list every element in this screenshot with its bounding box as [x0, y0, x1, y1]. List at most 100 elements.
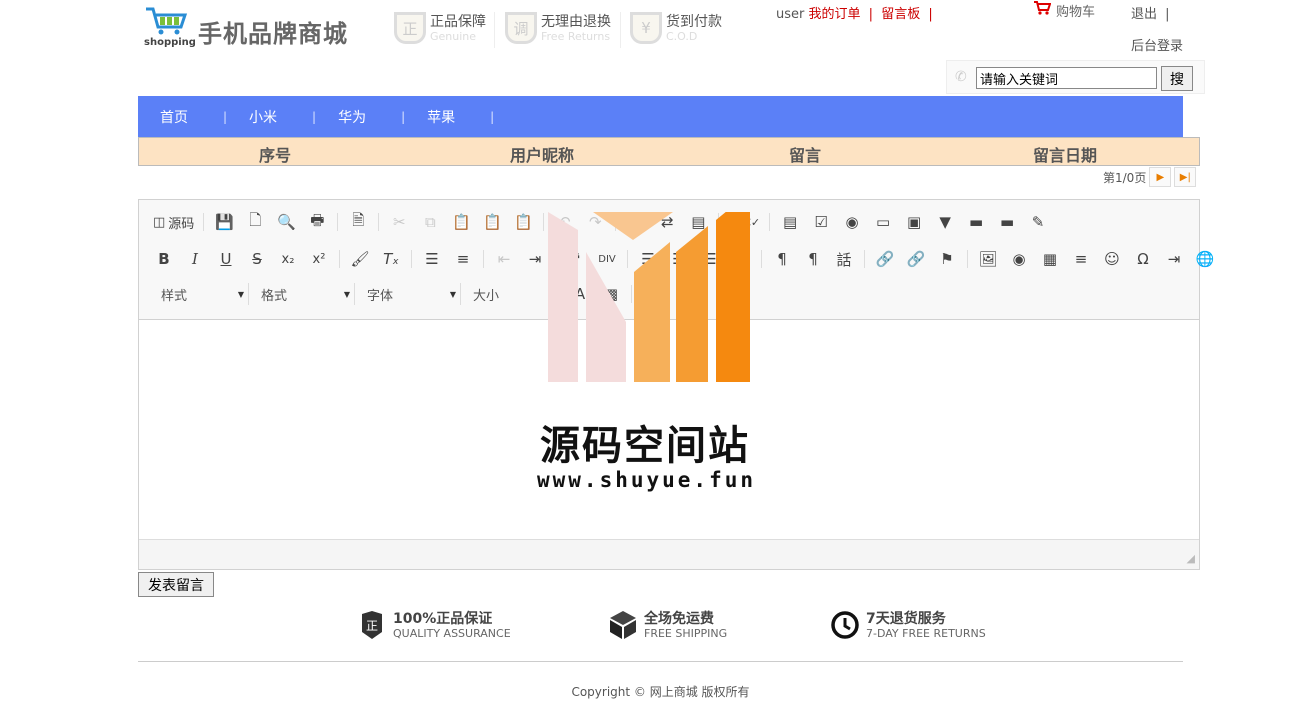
my-orders-link[interactable]: 我的订单 [809, 7, 861, 22]
italic-icon[interactable]: I [184, 248, 206, 270]
watermark-title: 源码空间站 [540, 423, 750, 469]
source-button[interactable]: ◫ 源码 [153, 211, 194, 233]
strikethrough-icon[interactable]: S [246, 248, 268, 270]
top-nav: user 我的订单 | 留言板 | [776, 3, 937, 22]
smiley-icon[interactable]: ☺ [1101, 248, 1123, 270]
image-icon[interactable]: 🖼 [977, 248, 999, 270]
nav-separator: | [223, 109, 228, 124]
numbered-list-icon[interactable]: ☰ [421, 248, 443, 270]
image-button-icon[interactable]: ▬ [996, 211, 1018, 233]
superscript-icon[interactable]: x² [308, 248, 330, 270]
nav-item-home[interactable]: 首页 [160, 107, 188, 127]
promo-subtitle: Genuine [430, 30, 477, 43]
watermark-url: www.shuyue.fun [537, 468, 757, 492]
new-page-icon[interactable]: 🗋 [244, 211, 266, 233]
genuine-badge-icon: 正 [394, 12, 426, 44]
cart-icon [1033, 0, 1052, 20]
nav-item-huawei[interactable]: 华为 [338, 107, 366, 127]
paste-word-icon[interactable]: 📋 [512, 211, 534, 233]
paste-icon[interactable]: 📋 [450, 211, 472, 233]
promo-title: 货到付款 [666, 14, 722, 30]
promo-returns: 调 无理由退换 Free Returns [505, 12, 611, 48]
promo-cod: ¥ 货到付款 C.O.D [630, 12, 722, 48]
svg-text:正: 正 [366, 619, 378, 633]
nav-item-apple[interactable]: 苹果 [427, 107, 455, 127]
site-logo[interactable]: shopping [143, 5, 196, 49]
remove-format-icon[interactable]: Tₓ [380, 248, 402, 270]
font-dropdown[interactable]: 字体 ▼ [361, 283, 461, 305]
nav-item-xiaomi[interactable]: 小米 [249, 107, 277, 127]
divider: | [868, 7, 874, 22]
bold-icon[interactable]: B [153, 248, 175, 270]
outdent-icon[interactable]: ⇤ [493, 248, 515, 270]
hidden-field-icon[interactable]: ✎ [1027, 211, 1049, 233]
admin-login-link[interactable]: 后台登录 [1131, 35, 1183, 54]
promo-title: 无理由退换 [541, 14, 611, 30]
shield-icon: 正 [357, 610, 387, 640]
returns-badge-icon: 调 [505, 12, 537, 44]
link-icon[interactable]: 🔗 [874, 248, 896, 270]
anchor-icon[interactable]: ⚑ [936, 248, 958, 270]
iframe-icon[interactable]: 🌐 [1194, 248, 1216, 270]
editor-statusbar: ◢ [139, 539, 1199, 569]
checkbox-icon[interactable]: ☑ [810, 211, 832, 233]
paste-text-icon[interactable]: 📋 [481, 211, 503, 233]
cut-icon[interactable]: ✂ [388, 211, 410, 233]
cart-label: 购物车 [1056, 4, 1096, 20]
phone-icon: ✆ [955, 69, 967, 85]
page-indicator: 第1/0页 [1103, 170, 1147, 185]
username: user [776, 7, 805, 22]
feature-subtitle: FREE SHIPPING [644, 626, 728, 640]
feature-title: 全场免运费 [644, 610, 714, 627]
format-dropdown[interactable]: 格式 ▼ [255, 283, 355, 305]
flash-icon[interactable]: ◉ [1008, 248, 1030, 270]
unlink-icon[interactable]: 🔗 [905, 248, 927, 270]
watermark-logo [548, 192, 752, 382]
guestbook-link[interactable]: 留言板 [881, 7, 920, 22]
resize-handle-icon[interactable]: ◢ [1187, 552, 1195, 565]
preview-icon[interactable]: 🔍 [275, 211, 297, 233]
table-icon[interactable]: ▦ [1039, 248, 1061, 270]
button-field-icon[interactable]: ▬ [965, 211, 987, 233]
feature-quality: 正 100%正品保证 QUALITY ASSURANCE [357, 610, 511, 640]
page-break-icon[interactable]: ⇥ [1163, 248, 1185, 270]
search-input[interactable] [976, 67, 1157, 89]
print-icon[interactable]: 🖶 [306, 211, 328, 233]
bulleted-list-icon[interactable]: ≡ [452, 248, 474, 270]
special-char-icon[interactable]: Ω [1132, 248, 1154, 270]
message-table-header: 序号 用户昵称 留言 留言日期 [138, 137, 1200, 166]
feature-subtitle: 7-DAY FREE RETURNS [866, 626, 986, 640]
col-message: 留言 [789, 146, 822, 165]
templates-icon[interactable]: 🗎 [347, 211, 369, 233]
promo-divider [620, 12, 621, 48]
site-title: 手机品牌商城 [198, 20, 348, 48]
feature-subtitle: QUALITY ASSURANCE [393, 626, 511, 640]
indent-icon[interactable]: ⇥ [524, 248, 546, 270]
cod-badge-icon: ¥ [630, 12, 662, 44]
textfield-icon[interactable]: ▭ [872, 211, 894, 233]
logout-link[interactable]: 退出 | [1131, 3, 1170, 22]
search-button[interactable]: 搜 [1161, 66, 1193, 91]
feature-title: 7天退货服务 [866, 610, 946, 627]
rtl-icon[interactable]: ¶ [802, 248, 824, 270]
radio-icon[interactable]: ◉ [841, 211, 863, 233]
styles-dropdown[interactable]: 样式 ▼ [155, 283, 249, 305]
textarea-icon[interactable]: ▣ [903, 211, 925, 233]
form-icon[interactable]: ▤ [779, 211, 801, 233]
nav-separator: | [401, 109, 406, 124]
last-page-button[interactable]: ▶| [1174, 167, 1197, 187]
divider: | [928, 7, 933, 22]
copy-icon[interactable]: ⧉ [419, 211, 441, 233]
cart-link[interactable]: 购物车 [1033, 0, 1095, 20]
horizontal-rule-icon[interactable]: ≡ [1070, 248, 1092, 270]
next-page-button[interactable]: ▶ [1149, 167, 1172, 187]
ltr-icon[interactable]: ¶ [771, 248, 793, 270]
underline-icon[interactable]: U [215, 248, 237, 270]
nav-separator: | [312, 109, 317, 124]
save-icon[interactable]: 💾 [213, 211, 235, 233]
submit-message-button[interactable]: 发表留言 [138, 572, 214, 597]
copy-format-icon[interactable]: 🖌 [349, 248, 371, 270]
language-icon[interactable]: 話 [833, 248, 855, 270]
subscript-icon[interactable]: x₂ [277, 248, 299, 270]
select-field-icon[interactable]: ▼ [934, 211, 956, 233]
